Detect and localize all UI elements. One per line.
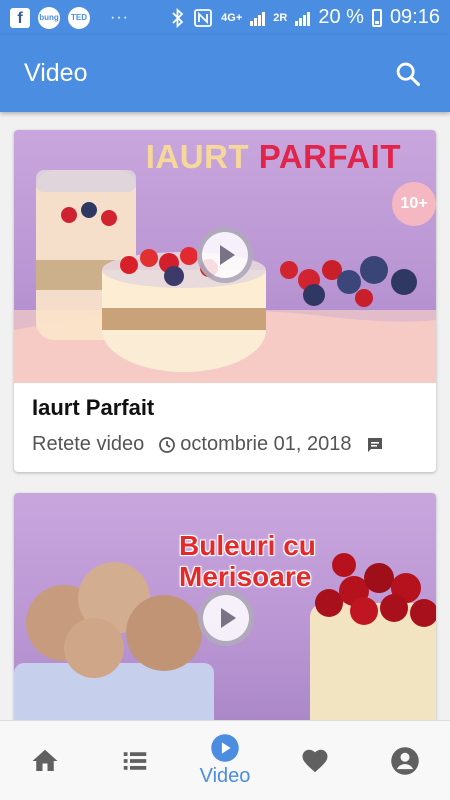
nfc-icon <box>194 8 213 27</box>
account-icon <box>391 746 419 775</box>
video-thumbnail[interactable]: Buleuri cu Merisoare <box>14 493 436 733</box>
app-bar: Video <box>0 35 450 112</box>
heart-icon <box>302 749 328 772</box>
nav-list[interactable] <box>90 721 180 800</box>
play-icon <box>220 608 236 628</box>
play-button[interactable] <box>197 227 253 283</box>
video-card[interactable]: Buleuri cu Merisoare <box>14 493 436 733</box>
video-category[interactable]: Retete video <box>32 433 144 456</box>
video-title[interactable]: Iaurt Parfait <box>32 395 418 421</box>
signal-icon <box>250 10 266 26</box>
bluetooth-icon <box>172 7 184 28</box>
nav-video-label: Video <box>199 765 251 787</box>
more-notifications-icon: ··· <box>110 8 129 26</box>
system-status: 4G+ 2R 20 % 09:16 <box>171 6 440 29</box>
home-icon <box>32 749 58 771</box>
thumbnail-title-overlay: IAURT PARFAIT <box>145 138 401 175</box>
play-button[interactable] <box>198 590 254 646</box>
nav-video[interactable]: Video <box>180 721 270 800</box>
battery-percent: 20 % <box>318 6 364 28</box>
bottom-navigation: Video <box>0 720 450 800</box>
nav-home[interactable] <box>0 721 90 800</box>
clock: 09:16 <box>389 6 440 28</box>
network-type-label: 4G+ <box>221 11 243 24</box>
network-type-label-2: 2R <box>273 11 288 24</box>
play-circle-icon <box>211 734 239 762</box>
nav-favorites[interactable] <box>270 721 360 800</box>
video-meta: Retete video octombrie 01, 2018 <box>32 433 418 456</box>
video-card[interactable]: IAURT PARFAIT 10+ Iaurt Parfait Retete v… <box>14 130 436 472</box>
search-button[interactable] <box>390 56 426 92</box>
list-icon <box>123 751 147 770</box>
video-thumbnail[interactable]: IAURT PARFAIT 10+ <box>14 130 436 383</box>
signal-icon-2 <box>295 10 311 26</box>
bung-app-icon: bung <box>38 6 60 29</box>
search-icon <box>396 62 421 86</box>
status-bar: f bung TED ··· 4G+ 2R 20 % 09:16 <box>0 0 450 35</box>
battery-icon <box>371 8 382 27</box>
age-badge: 10+ <box>392 182 436 226</box>
nav-account[interactable] <box>360 721 450 800</box>
play-icon <box>219 245 235 265</box>
video-date: octombrie 01, 2018 <box>180 433 352 455</box>
facebook-icon: f <box>10 7 30 28</box>
page-title: Video <box>24 59 88 87</box>
ted-app-icon: TED <box>68 6 90 29</box>
comment-icon <box>367 437 382 452</box>
notification-icons: f bung TED ··· <box>10 6 129 29</box>
thumbnail-title-overlay: Buleuri cu Merisoare <box>179 530 316 592</box>
card-body: Iaurt Parfait Retete video octombrie 01,… <box>14 383 436 468</box>
clock-icon <box>159 436 176 453</box>
